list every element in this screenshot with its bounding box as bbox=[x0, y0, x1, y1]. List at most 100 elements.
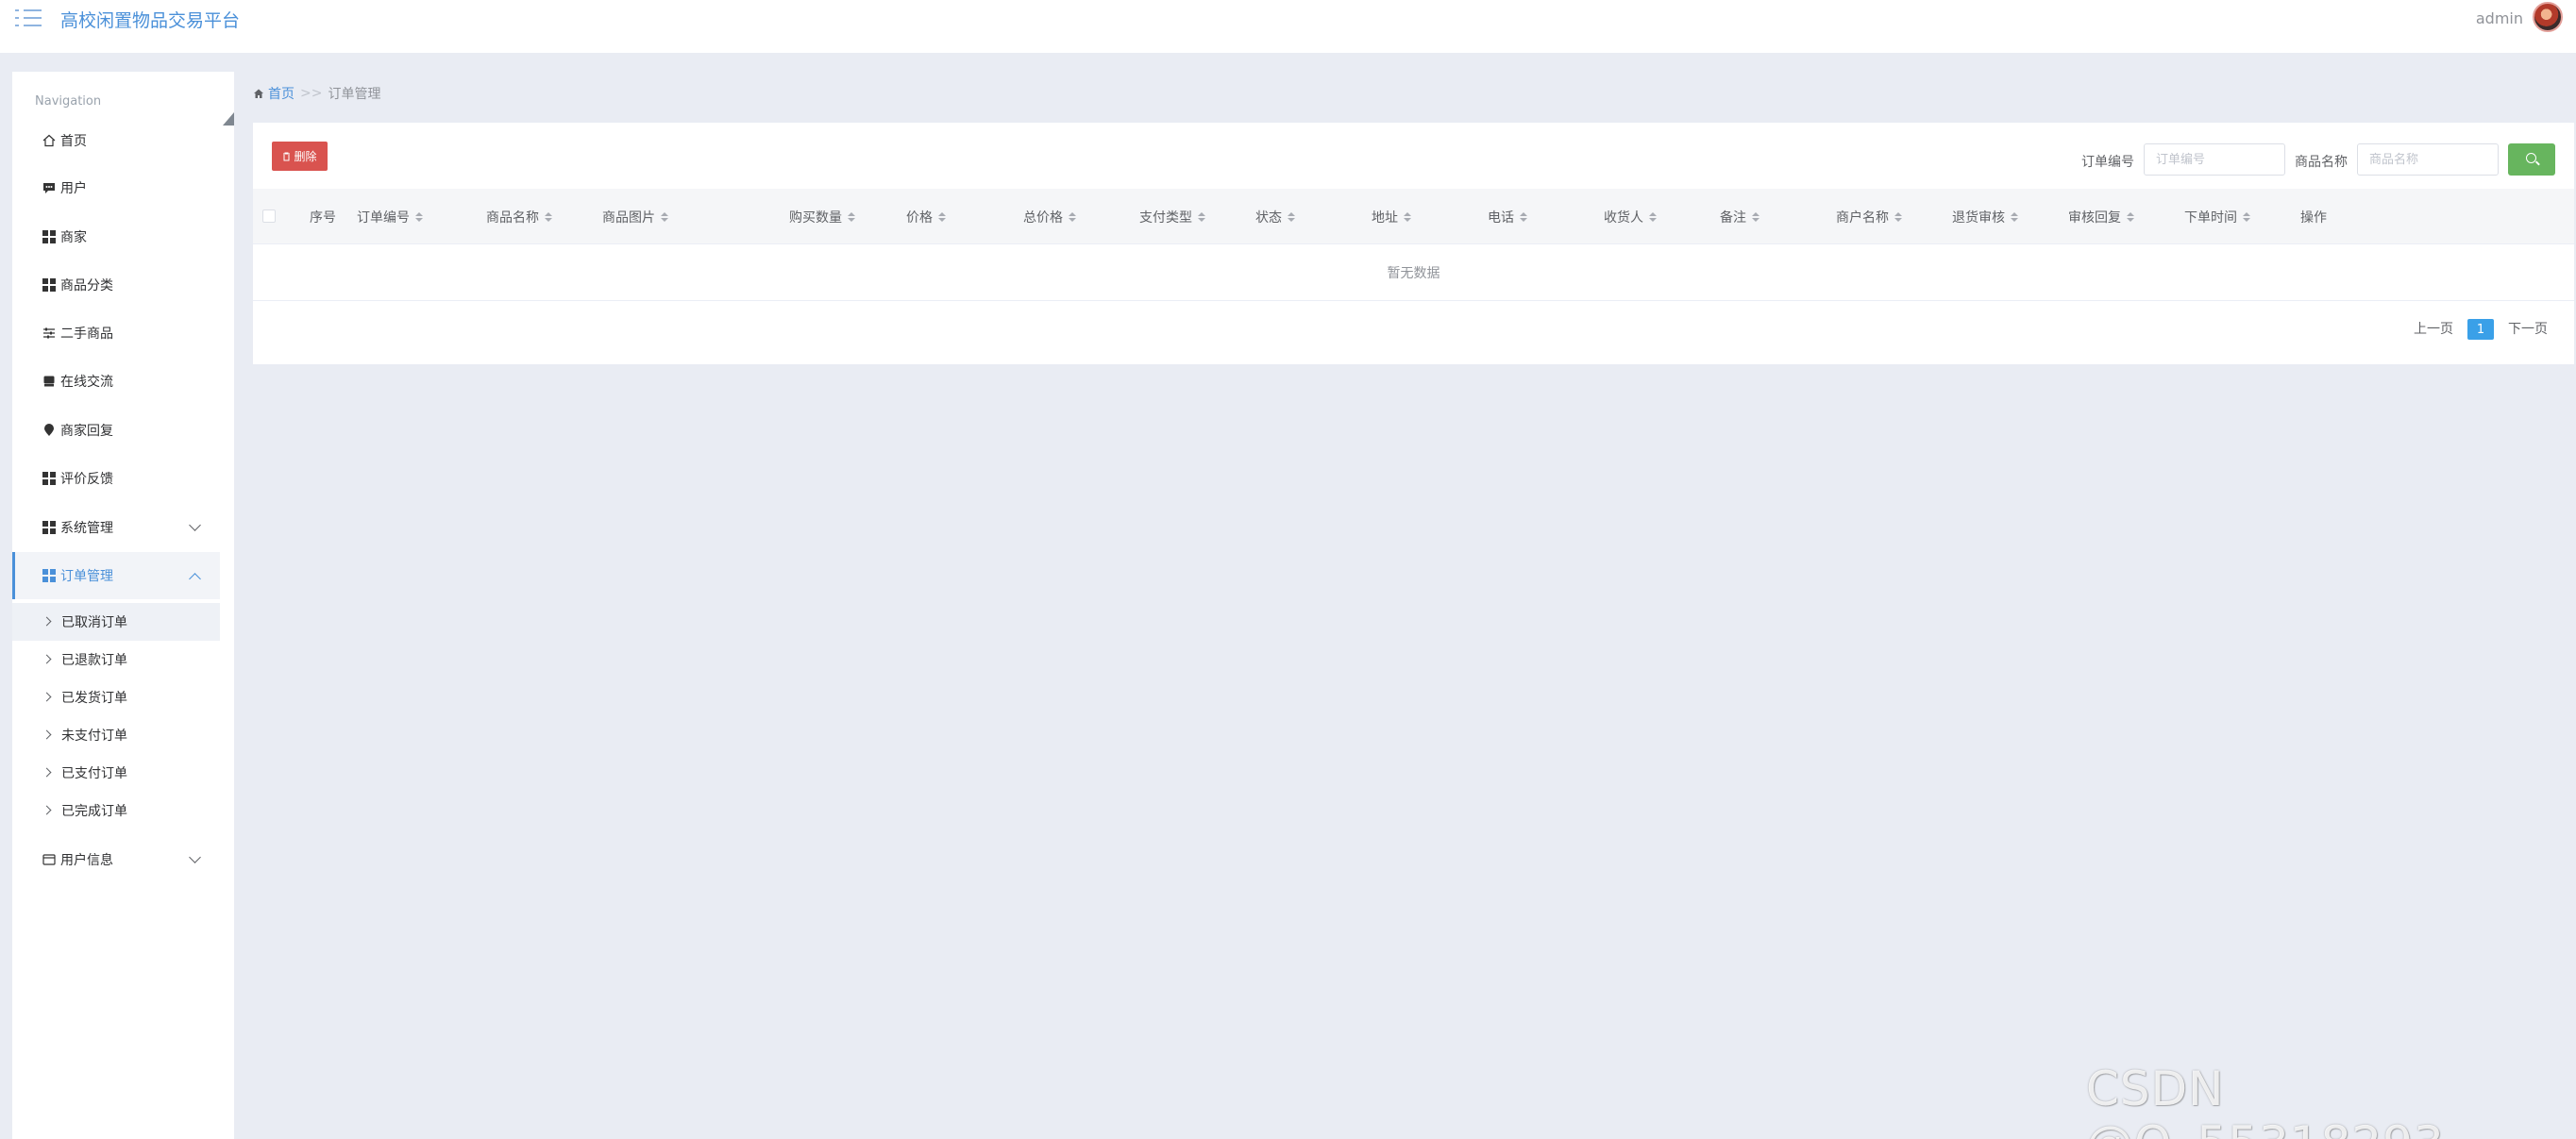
order-panel: 删除 订单编号 商品名称 序号 订单编号 商品名称 商品图片 购买数量 价格 总… bbox=[253, 123, 2574, 364]
sidebar-item-merchants[interactable]: 商家 bbox=[12, 213, 220, 260]
chevron-right-icon bbox=[42, 654, 52, 664]
grid-icon bbox=[42, 471, 57, 486]
user-name[interactable]: admin bbox=[2476, 9, 2523, 27]
page-number-current[interactable]: 1 bbox=[2467, 319, 2494, 340]
sub-item-refunded-orders[interactable]: 已退款订单 bbox=[12, 641, 220, 678]
watermark: CSDN @Q_55318293 bbox=[2086, 1062, 2444, 1139]
home-icon bbox=[254, 89, 263, 98]
sort-icon bbox=[415, 212, 423, 222]
column-header[interactable]: 地址 bbox=[1372, 208, 1411, 226]
delete-button[interactable]: 删除 bbox=[272, 142, 328, 171]
product-name-input[interactable] bbox=[2357, 143, 2499, 176]
sub-item-label: 已支付订单 bbox=[61, 766, 127, 781]
chevron-right-icon bbox=[42, 616, 52, 627]
sidebar-item-online-chat[interactable]: 在线交流 bbox=[12, 358, 220, 405]
sort-icon bbox=[1752, 212, 1759, 222]
column-header[interactable]: 退货审核 bbox=[1952, 208, 2018, 226]
empty-text: 暂无数据 bbox=[1387, 265, 1440, 281]
search-icon bbox=[2526, 153, 2536, 163]
sort-icon bbox=[1288, 212, 1295, 222]
grid-icon bbox=[42, 520, 57, 535]
sidebar-item-feedback[interactable]: 评价反馈 bbox=[12, 455, 220, 502]
sub-item-completed-orders[interactable]: 已完成订单 bbox=[12, 792, 220, 829]
chevron-right-icon bbox=[42, 805, 52, 815]
sidebar-item-orders[interactable]: 订单管理 bbox=[12, 552, 220, 599]
sidebar-item-label: 用户信息 bbox=[60, 853, 113, 868]
sub-item-label: 已退款订单 bbox=[61, 653, 127, 668]
column-header: 序号 bbox=[310, 210, 336, 226]
chevron-right-icon bbox=[42, 729, 52, 740]
menu-toggle-icon[interactable] bbox=[15, 8, 42, 28]
sort-icon bbox=[938, 212, 946, 222]
sidebar-item-merchant-reply[interactable]: 商家回复 bbox=[12, 407, 220, 454]
product-name-label: 商品名称 bbox=[2295, 155, 2348, 170]
breadcrumb: 首页 >> 订单管理 bbox=[253, 84, 380, 103]
column-header[interactable]: 商品名称 bbox=[486, 208, 552, 226]
sort-icon bbox=[1198, 212, 1205, 222]
sidebar-item-system[interactable]: 系统管理 bbox=[12, 504, 220, 551]
trash-icon bbox=[283, 152, 291, 160]
column-header[interactable]: 价格 bbox=[906, 208, 946, 226]
next-page-button[interactable]: 下一页 bbox=[2508, 319, 2548, 338]
sort-icon bbox=[1069, 212, 1076, 222]
column-header[interactable]: 收货人 bbox=[1604, 208, 1657, 226]
column-header[interactable]: 备注 bbox=[1720, 208, 1759, 226]
sort-icon bbox=[661, 212, 668, 222]
sidebar-item-second-hand[interactable]: 二手商品 bbox=[12, 310, 220, 357]
avatar[interactable] bbox=[2533, 2, 2563, 32]
chevron-right-icon bbox=[42, 767, 52, 778]
sidebar-item-user-info[interactable]: 用户信息 bbox=[12, 836, 220, 883]
breadcrumb-home-label: 首页 bbox=[268, 87, 295, 102]
sort-icon bbox=[2127, 212, 2134, 222]
sidebar-item-label: 首页 bbox=[60, 134, 87, 149]
sidebar-item-label: 二手商品 bbox=[60, 327, 113, 342]
sidebar-item-categories[interactable]: 商品分类 bbox=[12, 261, 220, 309]
sidebar-item-users[interactable]: 用户 bbox=[12, 164, 220, 211]
sidebar-item-label: 评价反馈 bbox=[60, 472, 113, 487]
column-header[interactable]: 总价格 bbox=[1023, 208, 1076, 226]
sort-icon bbox=[1520, 212, 1527, 222]
sub-item-shipped-orders[interactable]: 已发货订单 bbox=[12, 678, 220, 716]
breadcrumb-home[interactable]: 首页 bbox=[253, 84, 295, 103]
column-header[interactable]: 审核回复 bbox=[2068, 208, 2134, 226]
column-header[interactable]: 支付类型 bbox=[1139, 208, 1205, 226]
column-header[interactable]: 电话 bbox=[1488, 208, 1527, 226]
sort-icon bbox=[2011, 212, 2018, 222]
column-header[interactable]: 购买数量 bbox=[789, 208, 855, 226]
chevron-down-icon bbox=[189, 851, 201, 863]
bubble-icon bbox=[42, 374, 57, 389]
home-icon bbox=[42, 133, 57, 148]
sort-icon bbox=[848, 212, 855, 222]
column-header[interactable]: 订单编号 bbox=[357, 208, 423, 226]
sub-item-label: 已取消订单 bbox=[61, 615, 127, 630]
sub-item-unpaid-orders[interactable]: 未支付订单 bbox=[12, 716, 220, 754]
column-header[interactable]: 状态 bbox=[1255, 208, 1295, 226]
grid-icon bbox=[42, 229, 57, 244]
sidebar-item-label: 商家回复 bbox=[60, 424, 113, 439]
sub-item-cancelled-orders[interactable]: 已取消订单 bbox=[12, 603, 220, 641]
sidebar-item-label: 订单管理 bbox=[60, 569, 113, 584]
select-all-checkbox[interactable] bbox=[262, 209, 276, 223]
sidebar-item-label: 商家 bbox=[60, 230, 87, 245]
column-header[interactable]: 商户名称 bbox=[1836, 208, 1902, 226]
order-no-input[interactable] bbox=[2144, 143, 2285, 176]
top-bar: 高校闲置物品交易平台 admin bbox=[0, 0, 2576, 53]
sidebar-item-label: 商品分类 bbox=[60, 278, 113, 293]
prev-page-button[interactable]: 上一页 bbox=[2414, 319, 2453, 338]
table-empty-row: 暂无数据 bbox=[253, 244, 2574, 301]
chevron-down-icon bbox=[189, 519, 201, 531]
sub-item-paid-orders[interactable]: 已支付订单 bbox=[12, 754, 220, 792]
column-header: 操作 bbox=[2300, 210, 2327, 226]
sub-item-label: 已完成订单 bbox=[61, 804, 127, 819]
sidebar-collapse-handle[interactable] bbox=[223, 112, 234, 126]
column-header[interactable]: 下单时间 bbox=[2184, 208, 2250, 226]
breadcrumb-current: 订单管理 bbox=[328, 87, 381, 102]
pin-icon bbox=[42, 423, 57, 438]
sort-icon bbox=[1404, 212, 1411, 222]
sidebar-item-home[interactable]: 首页 bbox=[12, 117, 220, 164]
search-button[interactable] bbox=[2508, 143, 2555, 176]
delete-button-label: 删除 bbox=[294, 150, 317, 163]
column-header[interactable]: 商品图片 bbox=[602, 208, 668, 226]
chat-icon bbox=[42, 180, 57, 195]
table-header: 序号 订单编号 商品名称 商品图片 购买数量 价格 总价格 支付类型 状态 地址… bbox=[253, 189, 2574, 244]
